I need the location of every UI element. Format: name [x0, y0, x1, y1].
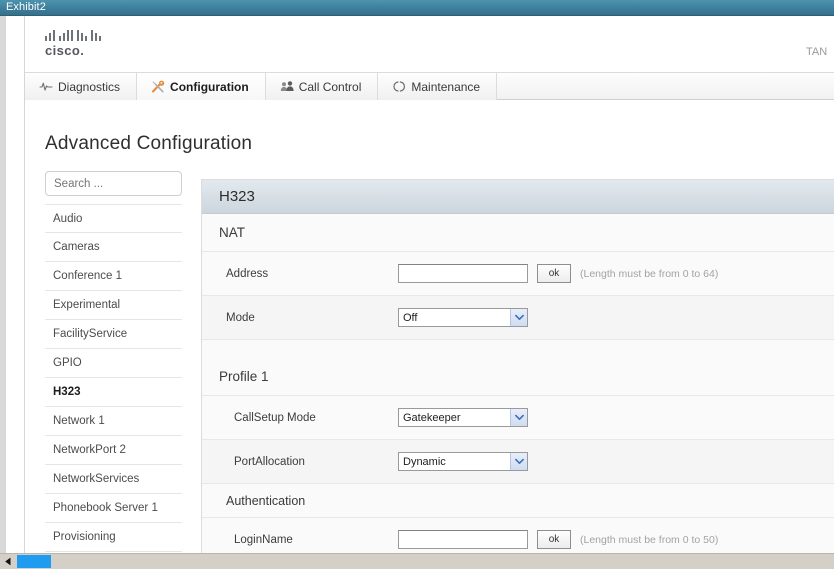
login-name-input[interactable]	[398, 530, 528, 549]
nat-mode-label: Mode	[226, 311, 255, 324]
nat-address-input[interactable]	[398, 264, 528, 283]
sidebar-item-gpio[interactable]: GPIO	[45, 349, 182, 378]
window-title-bar: Exhibit2	[0, 0, 834, 16]
callsetup-mode-label: CallSetup Mode	[234, 411, 316, 424]
chevron-down-icon	[510, 409, 527, 426]
section-heading-authentication: Authentication	[202, 484, 834, 518]
nat-mode-controls: Off	[398, 308, 528, 327]
tab-call-control[interactable]: Call Control	[265, 73, 379, 100]
nat-mode-value: Off	[403, 311, 418, 324]
sidebar-item-h323[interactable]: H323	[45, 378, 182, 407]
code-braces-icon	[392, 80, 406, 93]
tab-configuration[interactable]: Configuration	[137, 73, 266, 100]
sidebar-nav-list: Audio Cameras Conference 1 Experimental …	[45, 204, 182, 552]
port-allocation-label: PortAllocation	[234, 455, 305, 468]
login-name-ok-button[interactable]: ok	[537, 530, 571, 549]
login-name-hint: (Length must be from 0 to 50)	[580, 533, 719, 546]
section-heading-nat: NAT	[202, 214, 834, 252]
setting-row-callsetup-mode: CallSetup Mode Gatekeeper	[202, 396, 834, 440]
web-page-canvas: cisco. TAN Diagnostics Configuration Cal…	[24, 16, 834, 553]
tab-call-control-label: Call Control	[298, 79, 362, 94]
page-title: Advanced Configuration	[45, 133, 253, 154]
section-heading-profile-1: Profile 1	[202, 358, 834, 396]
setting-row-nat-address: Address ok (Length must be from 0 to 64)	[202, 252, 834, 296]
configuration-sidebar: Audio Cameras Conference 1 Experimental …	[45, 171, 182, 552]
people-icon	[280, 80, 294, 93]
application-window: Exhibit2 cisco. TAN Diagnostics Configur…	[0, 0, 834, 569]
chevron-down-icon	[510, 309, 527, 326]
setting-row-port-allocation: PortAllocation Dynamic	[202, 440, 834, 484]
sidebar-item-audio[interactable]: Audio	[45, 204, 182, 233]
scrollbar-thumb[interactable]	[17, 555, 51, 568]
sidebar-item-conference-1[interactable]: Conference 1	[45, 262, 182, 291]
main-navigation-tabs: Diagnostics Configuration Call Control M…	[25, 72, 834, 100]
sidebar-item-networkservices[interactable]: NetworkServices	[45, 465, 182, 494]
port-allocation-select[interactable]: Dynamic	[398, 452, 528, 471]
nat-address-ok-button[interactable]: ok	[537, 264, 571, 283]
sidebar-item-phonebook-server-1[interactable]: Phonebook Server 1	[45, 494, 182, 523]
window-body: cisco. TAN Diagnostics Configuration Cal…	[0, 16, 834, 553]
setting-row-nat-mode: Mode Off	[202, 296, 834, 340]
window-title: Exhibit2	[6, 1, 46, 13]
scrollbar-track[interactable]	[17, 554, 834, 569]
port-allocation-controls: Dynamic	[398, 452, 528, 471]
pulse-icon	[39, 80, 53, 93]
account-label: TAN	[806, 46, 828, 58]
scroll-left-button[interactable]	[0, 554, 17, 569]
login-name-label: LoginName	[234, 533, 293, 546]
cisco-logo: cisco.	[45, 28, 107, 60]
nat-address-label: Address	[226, 267, 269, 280]
nat-mode-select[interactable]: Off	[398, 308, 528, 327]
cisco-wordmark: cisco.	[45, 43, 85, 58]
tab-configuration-label: Configuration	[170, 79, 249, 94]
sidebar-item-provisioning[interactable]: Provisioning	[45, 523, 182, 552]
horizontal-scrollbar[interactable]	[0, 553, 834, 569]
tab-diagnostics-label: Diagnostics	[58, 79, 121, 94]
tab-maintenance-label: Maintenance	[411, 79, 481, 94]
sidebar-item-networkport-2[interactable]: NetworkPort 2	[45, 436, 182, 465]
tab-bar-filler	[497, 73, 834, 99]
login-name-controls: ok (Length must be from 0 to 50)	[398, 530, 718, 549]
settings-panel: H323 NAT Address ok (Length must be from…	[201, 179, 834, 553]
callsetup-mode-select[interactable]: Gatekeeper	[398, 408, 528, 427]
sidebar-item-cameras[interactable]: Cameras	[45, 233, 182, 262]
setting-row-login-name: LoginName ok (Length must be from 0 to 5…	[202, 518, 834, 553]
panel-title: H323	[202, 180, 834, 214]
nat-address-hint: (Length must be from 0 to 64)	[580, 267, 719, 280]
search-input[interactable]	[45, 171, 182, 196]
port-allocation-value: Dynamic	[403, 455, 446, 468]
tab-diagnostics[interactable]: Diagnostics	[25, 73, 138, 100]
section-spacer	[202, 340, 834, 358]
tools-icon	[151, 80, 165, 93]
sidebar-item-facilityservice[interactable]: FacilityService	[45, 320, 182, 349]
callsetup-mode-controls: Gatekeeper	[398, 408, 528, 427]
tab-maintenance[interactable]: Maintenance	[378, 73, 498, 100]
sidebar-item-network-1[interactable]: Network 1	[45, 407, 182, 436]
cisco-bars-icon	[45, 28, 101, 41]
callsetup-mode-value: Gatekeeper	[403, 411, 461, 424]
nat-address-controls: ok (Length must be from 0 to 64)	[398, 264, 718, 283]
sidebar-item-experimental[interactable]: Experimental	[45, 291, 182, 320]
chevron-down-icon	[510, 453, 527, 470]
